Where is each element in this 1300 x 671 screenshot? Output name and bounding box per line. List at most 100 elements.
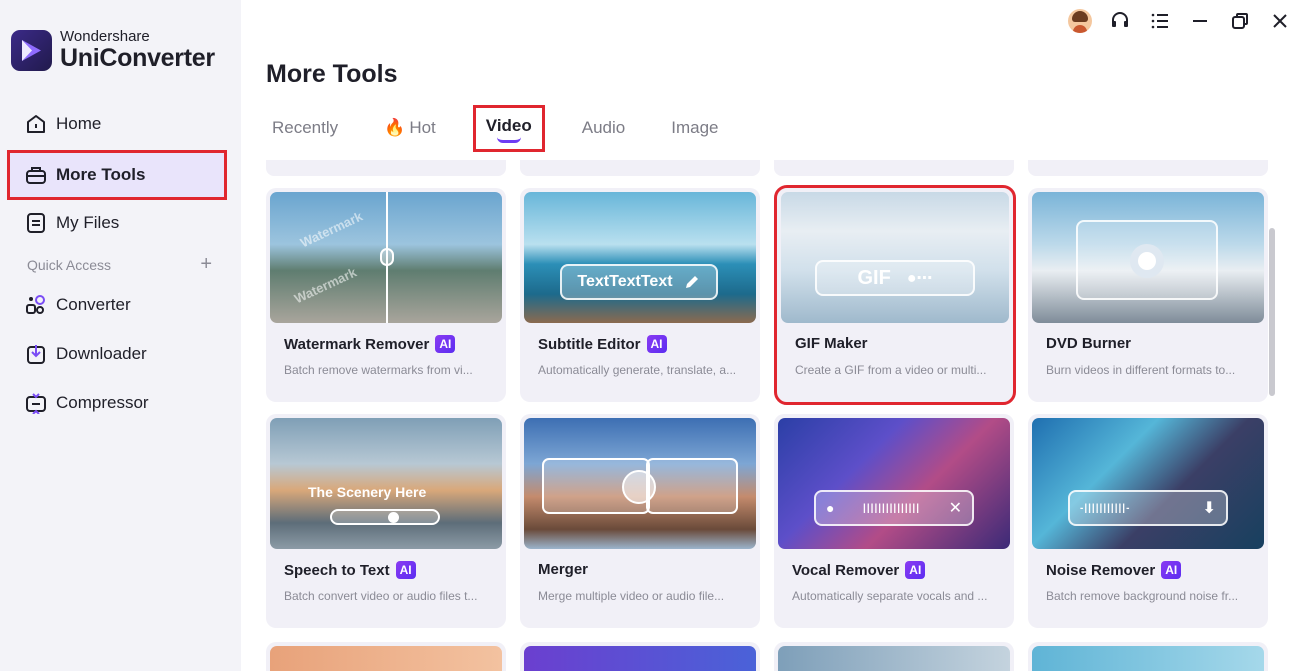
tool-card-subtitle-editor[interactable]: TextTextText Subtitle Editor AI Automatic… bbox=[520, 188, 760, 402]
card-partial bbox=[774, 160, 1014, 176]
home-icon bbox=[24, 112, 48, 136]
tool-card-merger[interactable]: Merger Merge multiple video or audio fil… bbox=[520, 414, 760, 628]
sidebar-item-converter[interactable]: Converter bbox=[10, 283, 224, 327]
menu-button[interactable] bbox=[1140, 6, 1180, 36]
restore-button[interactable] bbox=[1220, 6, 1260, 36]
merger-thumbnail bbox=[524, 418, 756, 549]
tool-title: Merger bbox=[538, 561, 588, 578]
minimize-icon bbox=[1193, 20, 1207, 22]
tool-description: Create a GIF from a video or multi... bbox=[795, 363, 987, 377]
tool-title-text: Speech to Text bbox=[284, 561, 390, 579]
avatar bbox=[1068, 9, 1092, 33]
tool-card-watermark-remover[interactable]: Watermark Watermark Watermark Remover AI … bbox=[266, 188, 506, 402]
compressor-icon bbox=[24, 391, 48, 415]
ai-badge: AI bbox=[1161, 561, 1182, 579]
tool-card-noise-remover[interactable]: -|||||||||||- ⬇ Noise Remover AI Batch re… bbox=[1028, 414, 1268, 628]
noise-overlay: -|||||||||||- ⬇ bbox=[1068, 490, 1228, 526]
progress-slider bbox=[330, 509, 440, 525]
tab-hot[interactable]: 🔥 Hot bbox=[378, 118, 442, 138]
tool-title-text: Vocal Remover bbox=[792, 561, 900, 579]
sidebar-item-downloader[interactable]: Downloader bbox=[10, 332, 224, 376]
tool-card-speech-to-text[interactable]: The Scenery Here Speech to Text AI Batch … bbox=[266, 414, 506, 628]
subtitle-overlay: TextTextText bbox=[560, 264, 718, 300]
sidebar-item-label: My Files bbox=[56, 213, 120, 232]
noise-remover-thumbnail: -|||||||||||- ⬇ bbox=[1032, 418, 1264, 549]
download-arrow-icon: ⬇ bbox=[1202, 500, 1216, 517]
dvd-burner-thumbnail bbox=[1032, 192, 1264, 323]
gif-maker-thumbnail: GIF ●⋯ bbox=[781, 192, 1009, 323]
brand: Wondershare UniConverter bbox=[11, 29, 215, 72]
brand-company: Wondershare bbox=[60, 28, 150, 45]
subtitle-editor-thumbnail: TextTextText bbox=[524, 192, 756, 323]
tool-card-gif-maker[interactable]: GIF ●⋯ GIF Maker Create a GIF from a vid… bbox=[774, 185, 1016, 405]
tool-description: Automatically separate vocals and ... bbox=[792, 589, 988, 603]
speech-to-text-thumbnail: The Scenery Here bbox=[270, 418, 502, 549]
tab-recently[interactable]: Recently bbox=[266, 118, 344, 138]
sidebar-item-my-files[interactable]: My Files bbox=[10, 201, 224, 245]
tool-card-partial[interactable] bbox=[266, 642, 506, 671]
sidebar-item-home[interactable]: Home bbox=[10, 102, 224, 146]
tool-card-partial[interactable] bbox=[520, 642, 760, 671]
card-partial bbox=[520, 160, 760, 176]
quick-access-header: Quick Access + bbox=[27, 254, 212, 274]
tool-title: GIF Maker bbox=[795, 335, 868, 352]
tool-card-partial[interactable] bbox=[1028, 642, 1268, 671]
card-partial bbox=[1028, 160, 1268, 176]
tool-description: Automatically generate, translate, a... bbox=[538, 363, 737, 377]
watermark-overlay-text: Watermark bbox=[291, 264, 359, 307]
close-icon bbox=[1273, 14, 1287, 28]
page-title: More Tools bbox=[266, 60, 398, 88]
add-quick-access-button[interactable]: + bbox=[200, 254, 212, 274]
window-toolbar bbox=[1060, 6, 1300, 36]
minimize-button[interactable] bbox=[1180, 6, 1220, 36]
active-tab-indicator bbox=[496, 137, 521, 143]
waveform-icon: ||||||||||||||| bbox=[863, 502, 921, 514]
sidebar-item-label: Home bbox=[56, 114, 102, 133]
gif-overlay-text: GIF bbox=[857, 266, 891, 289]
sidebar: Wondershare UniConverter Home More Tools… bbox=[0, 0, 241, 671]
restore-icon bbox=[1232, 13, 1248, 29]
user-avatar[interactable] bbox=[1060, 6, 1100, 36]
pencil-icon bbox=[685, 276, 698, 288]
subtitle-overlay-text: TextTextText bbox=[577, 273, 673, 290]
sidebar-item-compressor[interactable]: Compressor bbox=[10, 381, 224, 425]
tool-description: Burn videos in different formats to... bbox=[1046, 363, 1236, 377]
support-button[interactable] bbox=[1100, 6, 1140, 36]
tool-card-partial[interactable] bbox=[774, 642, 1014, 671]
tool-title: DVD Burner bbox=[1046, 335, 1131, 352]
sidebar-item-label: Compressor bbox=[56, 393, 149, 412]
vocal-overlay: ● ||||||||||||||| ✕ bbox=[814, 490, 974, 526]
ai-badge: AI bbox=[395, 561, 416, 579]
tool-description: Batch convert video or audio files t... bbox=[284, 589, 478, 603]
vertical-scrollbar[interactable] bbox=[1269, 228, 1275, 396]
ai-badge: AI bbox=[905, 561, 926, 579]
tool-description: Batch remove background noise fr... bbox=[1046, 589, 1239, 603]
merge-icon bbox=[622, 470, 656, 504]
tab-audio[interactable]: Audio bbox=[576, 118, 631, 138]
tool-title-text: Subtitle Editor bbox=[538, 335, 641, 353]
category-tabs: Recently 🔥 Hot Video Audio Image bbox=[266, 104, 759, 152]
tab-video[interactable]: Video bbox=[472, 104, 545, 152]
ai-badge: AI bbox=[646, 335, 667, 353]
watermark-overlay-text: Watermark bbox=[297, 208, 365, 251]
speech-overlay-text: The Scenery Here bbox=[308, 484, 427, 500]
mic-icon: ● bbox=[826, 500, 835, 516]
tool-card-dvd-burner[interactable]: DVD Burner Burn videos in different form… bbox=[1028, 188, 1268, 402]
tool-title-text: Watermark Remover bbox=[284, 335, 430, 353]
tool-title: Speech to Text AI bbox=[284, 561, 416, 579]
waveform-icon: -|||||||||||- bbox=[1080, 502, 1131, 514]
sidebar-item-more-tools[interactable]: More Tools bbox=[7, 150, 227, 200]
tab-image[interactable]: Image bbox=[665, 118, 724, 138]
gif-overlay: GIF ●⋯ bbox=[815, 260, 975, 296]
tool-title-text: Noise Remover bbox=[1046, 561, 1156, 579]
tool-title-text: Merger bbox=[538, 561, 589, 578]
tool-title-text: GIF Maker bbox=[795, 335, 868, 352]
tool-card-vocal-remover[interactable]: ● ||||||||||||||| ✕ Vocal Remover AI Auto… bbox=[774, 414, 1014, 628]
sidebar-item-label: More Tools bbox=[56, 165, 146, 184]
tool-description: Batch remove watermarks from vi... bbox=[284, 363, 473, 377]
close-button[interactable] bbox=[1260, 6, 1300, 36]
watermark-remover-thumbnail: Watermark Watermark bbox=[270, 192, 502, 323]
fire-icon: 🔥 bbox=[384, 118, 406, 137]
card-partial bbox=[266, 160, 506, 176]
remove-icon: ✕ bbox=[948, 500, 962, 517]
